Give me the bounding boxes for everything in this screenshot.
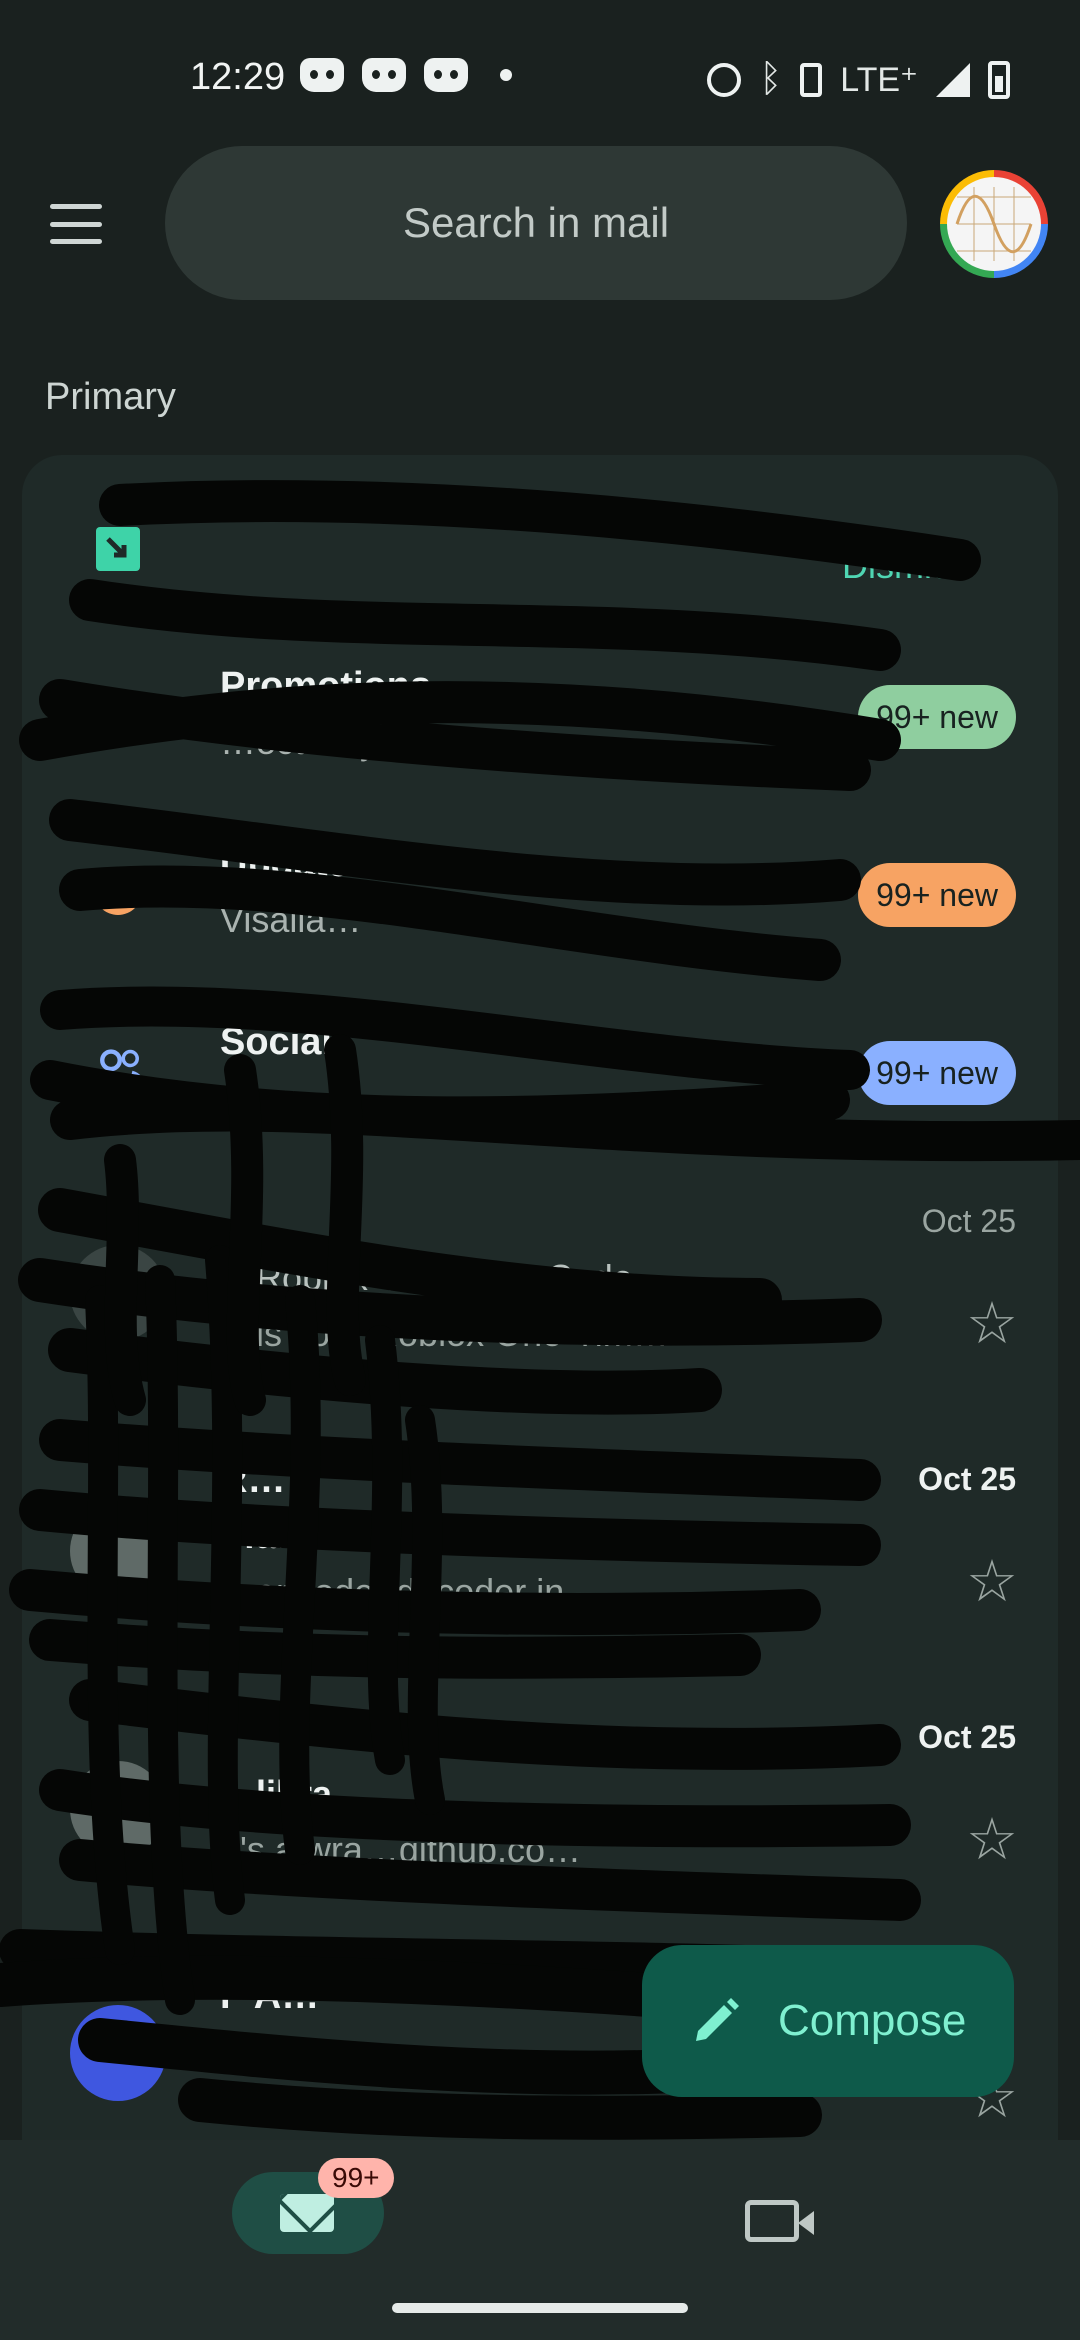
discord-icon [424, 58, 468, 92]
email-preview: …is your Roblox One-Tim… [220, 1313, 669, 1354]
star-icon[interactable]: ☆ [966, 1547, 1018, 1615]
notification-icons [300, 58, 512, 92]
signal-icon [936, 62, 970, 97]
star-icon[interactable]: ☆ [966, 1289, 1018, 1357]
compose-label: Compose [778, 1996, 967, 2045]
email-row[interactable]: Oct 25 …Roblox One-Time Code …is your Ro… [22, 1185, 1058, 1435]
bluetooth-icon: ᛒ [759, 58, 783, 100]
avatar-image [947, 177, 1041, 271]
promo-banner: Dismiss [22, 495, 1058, 605]
email-row[interactable]: Oct 25 …libra… It's a wra…github.co… ☆ [22, 1701, 1058, 1951]
compose-button[interactable]: Compose [642, 1945, 1014, 2097]
dot-icon [500, 69, 512, 81]
tag-icon [98, 693, 140, 733]
battery-charging-icon [988, 60, 1010, 99]
alarm-icon [707, 62, 742, 97]
email-sender: P A… [220, 1975, 320, 2017]
new-count-badge: 99+ new [858, 685, 1016, 749]
email-subject: …Roblox One-Time Code [220, 1257, 633, 1298]
email-preview: …encoder/decoder in… [220, 1571, 601, 1612]
sender-avatar [70, 2005, 166, 2101]
email-row[interactable]: R… Oct 25 …a… …encoder/decoder in… ☆ [22, 1443, 1058, 1693]
search-input[interactable]: Search in mail [165, 146, 907, 300]
email-date: Oct 25 [921, 1203, 1016, 1239]
email-date: Oct 25 [918, 1461, 1016, 1497]
category-title: Social [220, 1021, 332, 1063]
new-count-badge: 99+ new [858, 1041, 1016, 1105]
category-subtitle: …eg…il … [220, 1077, 395, 1118]
category-promotions[interactable]: Promotions …ect … your … 99+ new [22, 645, 1058, 795]
category-title: Promotions [220, 665, 432, 707]
people-icon [91, 1049, 145, 1091]
dismiss-button[interactable]: Dismiss [842, 545, 968, 587]
pencil-icon [696, 1998, 739, 2041]
sender-avatar [70, 1245, 166, 1341]
banner-icon [96, 527, 140, 571]
star-icon[interactable]: ☆ [966, 1805, 1018, 1873]
account-avatar[interactable] [940, 170, 1048, 278]
email-preview: It's a wra…github.co… [220, 1829, 582, 1870]
discord-icon [300, 58, 344, 92]
new-count-badge: 99+ new [858, 863, 1016, 927]
inbox-list: Dismiss Promotions …ect … your … 99+ new… [22, 455, 1058, 2145]
meet-video-icon[interactable] [745, 2200, 814, 2242]
top-bar: Search in mail [0, 146, 1080, 302]
category-subtitle: …ect … your … [220, 721, 477, 762]
vibrate-icon [800, 62, 823, 97]
sender-avatar [70, 1503, 166, 1599]
system-icons: ᛒ LTE⁺ [707, 58, 1010, 101]
category-social[interactable]: Social …eg…il … 99+ new [22, 1001, 1058, 1151]
discord-icon [362, 58, 406, 92]
network-label: LTE⁺ [840, 60, 918, 99]
category-subtitle: Visalia… [220, 899, 362, 940]
section-title: Primary [45, 376, 176, 418]
sender-avatar [70, 1761, 166, 1857]
status-time: 12:29 [190, 56, 286, 98]
info-icon [94, 867, 142, 915]
email-subject: …a… [220, 1515, 313, 1556]
email-sender: R… [220, 1459, 286, 1501]
home-indicator[interactable] [392, 2303, 688, 2313]
category-updates[interactable]: Updates Visalia… 99+ new [22, 823, 1058, 973]
email-date: Oct 25 [918, 1719, 1016, 1755]
mail-badge: 99+ [318, 2158, 394, 2198]
menu-icon[interactable] [50, 204, 102, 244]
status-bar: 12:29 ᛒ LTE⁺ [0, 0, 1080, 150]
category-title: Updates [220, 843, 370, 885]
email-subject: …libra… [220, 1773, 369, 1814]
mail-icon [280, 2194, 334, 2232]
